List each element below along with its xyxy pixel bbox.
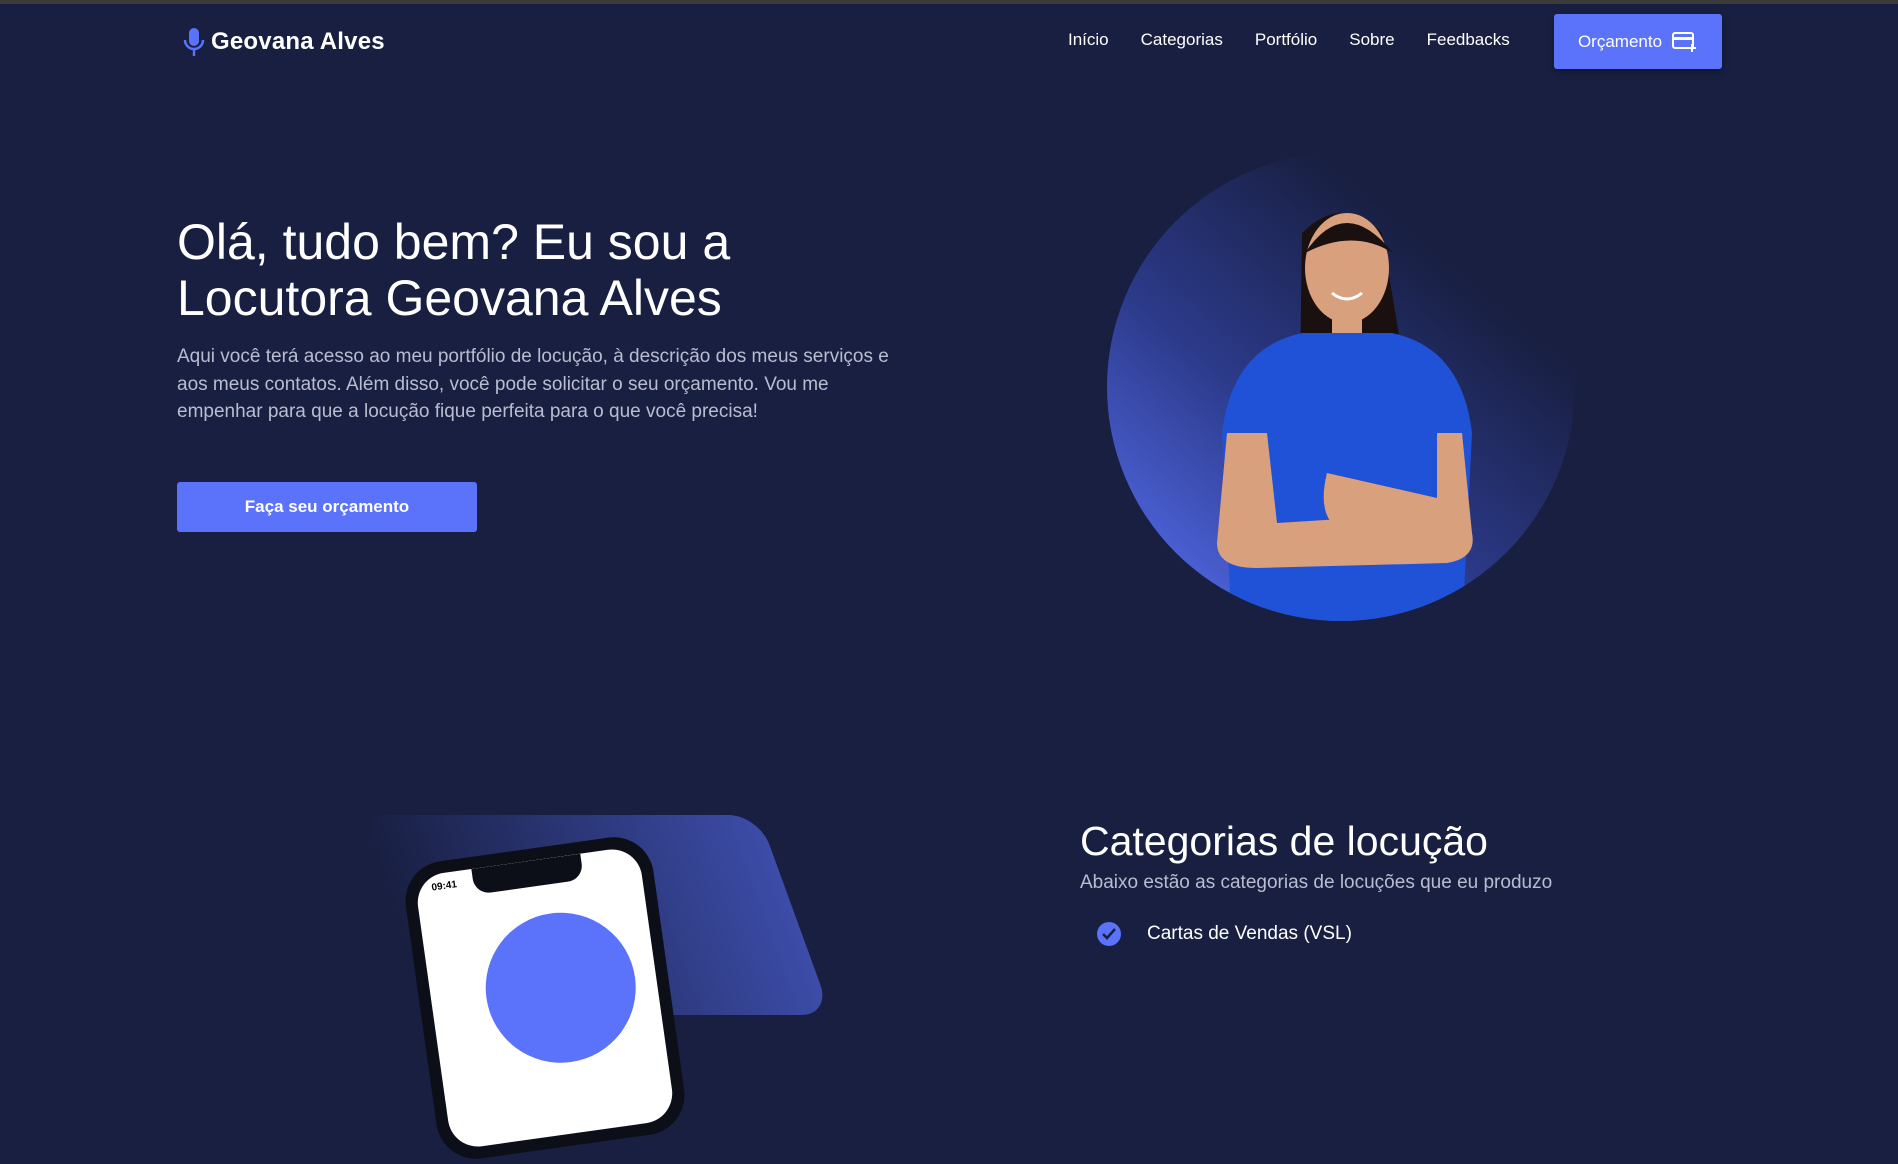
hero-title: Olá, tudo bem? Eu sou a Locutora Geovana… xyxy=(177,214,731,326)
brand-name: Geovana Alves xyxy=(211,28,385,55)
faca-orcamento-button[interactable]: Faça seu orçamento xyxy=(177,482,477,532)
orcamento-label: Orçamento xyxy=(1577,31,1663,51)
phone-portrait xyxy=(476,903,646,1073)
card-add-icon xyxy=(1672,31,1697,52)
browser-top-bar xyxy=(0,0,1898,4)
category-label: Cartas de Vendas (VSL) xyxy=(1147,923,1352,944)
phone-time: 09:41 xyxy=(430,879,458,894)
hero-portrait xyxy=(1107,153,1575,621)
nav-sobre[interactable]: Sobre xyxy=(1349,30,1394,50)
check-icon xyxy=(1097,922,1121,946)
nav-portfolio[interactable]: Portfólio xyxy=(1255,30,1317,50)
categories-subtitle: Abaixo estão as categorias de locuções q… xyxy=(1080,872,1553,893)
category-item: Cartas de Vendas (VSL) xyxy=(1097,922,1352,946)
orcamento-button[interactable]: Orçamento xyxy=(1554,14,1722,69)
nav-inicio[interactable]: Início xyxy=(1068,30,1109,50)
main-nav: Início Categorias Portfólio Sobre Feedba… xyxy=(1068,30,1542,50)
person-illustration xyxy=(1217,213,1473,621)
nav-feedbacks[interactable]: Feedbacks xyxy=(1427,30,1510,50)
microphone-icon xyxy=(183,28,205,56)
phone-mockup: 09:41 xyxy=(400,832,690,1164)
categories-title: Categorias de locução xyxy=(1080,818,1488,864)
hero-text: Aqui você terá acesso ao meu portfólio d… xyxy=(177,346,889,422)
brand-logo[interactable]: Geovana Alves xyxy=(183,26,385,58)
nav-categorias[interactable]: Categorias xyxy=(1141,30,1223,50)
